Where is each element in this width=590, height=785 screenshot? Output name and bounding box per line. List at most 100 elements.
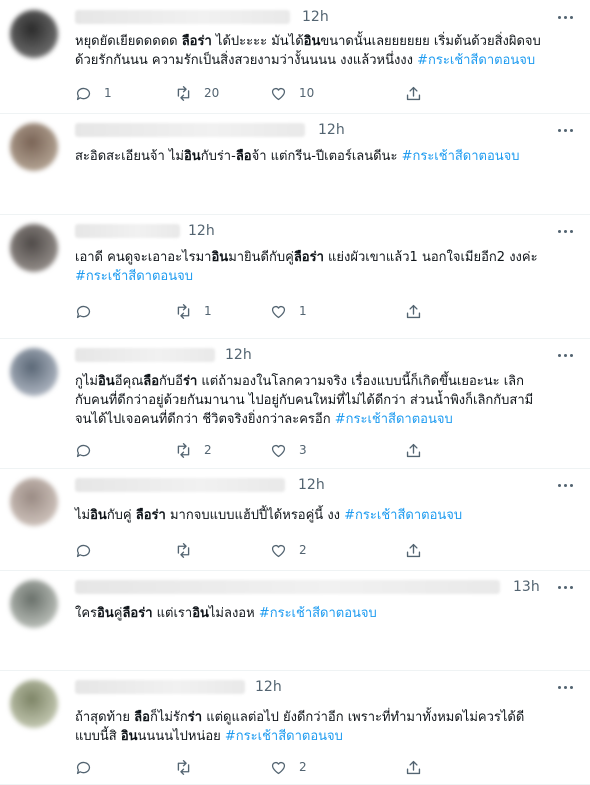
share-button[interactable] [405, 83, 422, 103]
text-segment: ใคร [75, 606, 98, 621]
like-button[interactable]: 2 [270, 757, 307, 777]
like-icon [271, 87, 286, 100]
tweet[interactable]: 12h เอาดี คนดูจะเอาอะไรมาอินมายินดีกับคู่… [0, 214, 590, 339]
tweet[interactable]: 12h หยุดยัดเยียดดดดด ลือร่า ได้ปะะะะ มันไ… [0, 0, 590, 114]
tweet-text: เอาดี คนดูจะเอาอะไรมาอินมายินดีกับคู่ลือ… [75, 248, 570, 286]
like-button[interactable]: 10 [270, 83, 314, 103]
hashtag-link[interactable]: #กระเช้าสีดาตอนจบ [225, 729, 343, 744]
text-segment: มายินดีกับคู่ [228, 250, 294, 265]
tweet-timestamp[interactable]: 13h [513, 579, 540, 595]
more-options-icon[interactable] [556, 580, 576, 596]
hashtag-link[interactable]: #กระเช้าสีดาตอนจบ [75, 269, 193, 284]
retweet-button[interactable] [175, 757, 204, 777]
share-button[interactable] [405, 540, 422, 560]
more-options-icon[interactable] [556, 10, 576, 26]
like-button[interactable]: 3 [270, 440, 307, 460]
tweet-actions: 2 [75, 757, 555, 777]
highlighted-keyword: ร่า [187, 710, 203, 725]
share-button[interactable] [405, 301, 422, 321]
tweet-text: ถ้าสุดท้าย ลือก็ไม่รักร่า แต่ดูแลต่อไป ย… [75, 708, 570, 746]
avatar[interactable] [10, 10, 58, 58]
author-name-redacted[interactable] [75, 123, 305, 137]
tweet-text-line: จนได้ไปเจอคนที่ดีกว่า ชีวิตจริงยิ่งกว่าล… [75, 410, 570, 429]
retweet-button[interactable]: 1 [175, 301, 212, 321]
reply-button[interactable] [75, 301, 104, 321]
retweet-button[interactable] [175, 540, 204, 560]
tweet-timestamp[interactable]: 12h [225, 347, 252, 363]
like-count: 10 [299, 86, 315, 100]
tweet-text: สะอิดสะเอียนจ้า ไม่อินกับร่า-ลือจ้า แต่ก… [75, 147, 570, 166]
author-name-redacted[interactable] [75, 10, 290, 24]
tweet-text-line: ใครอินคู่ลือร่า แต่เราอินไม่ลงอห #กระเช้… [75, 604, 570, 623]
share-button[interactable] [405, 757, 422, 777]
share-icon [406, 304, 421, 318]
tweet-text-line: แบบนี้สิ อินนนนนไปหน่อย #กระเช้าสีดาตอนจ… [75, 727, 570, 746]
more-options-icon[interactable] [556, 224, 576, 240]
text-segment: นนนนไปหน่อย [137, 729, 225, 744]
text-segment: ไม่ลงอห [208, 606, 259, 621]
like-button[interactable]: 1 [270, 301, 307, 321]
tweet[interactable]: 12h กูไม่อินอีคุณลือกับอีร่า แต่ถ้ามองในโ… [0, 338, 590, 469]
retweet-icon [177, 85, 190, 101]
text-segment: กับคนที่ดีกว่าอยู่ด้วยกันมานาน ไปอยู่กับ… [75, 393, 534, 408]
text-segment: จ้า แต่กรีน-ปีเตอร์เลนดีนะ [251, 149, 402, 164]
text-segment: แต่เรา [152, 606, 193, 621]
tweet[interactable]: 12h ไม่อินกับคู่ ลือร่า มากจบแบบแฮ้ปปี้ได… [0, 468, 590, 571]
highlighted-keyword: อิน [120, 729, 138, 744]
share-icon [406, 543, 421, 557]
hashtag-link[interactable]: #กระเช้าสีดาตอนจบ [417, 53, 535, 68]
tweet-text-line: หยุดยัดเยียดดดดด ลือร่า ได้ปะะะะ มันได้อ… [75, 32, 570, 51]
tweet-timestamp[interactable]: 12h [255, 679, 282, 695]
reply-icon [76, 305, 91, 318]
avatar[interactable] [10, 680, 58, 728]
text-segment: อีคุณ [114, 374, 144, 389]
more-options-icon[interactable] [556, 680, 576, 696]
highlighted-keyword: ลือ [235, 149, 252, 164]
text-segment: ก็ไม่รัก [149, 710, 188, 725]
text-segment: ไม่ [75, 508, 91, 523]
reply-button[interactable] [75, 440, 104, 460]
author-name-redacted[interactable] [75, 680, 245, 694]
avatar[interactable] [10, 478, 58, 526]
tweet-timestamp[interactable]: 12h [318, 122, 345, 138]
like-button[interactable]: 2 [270, 540, 307, 560]
like-count: 2 [299, 760, 307, 774]
hashtag-link[interactable]: #กระเช้าสีดาตอนจบ [402, 149, 520, 164]
hashtag-link[interactable]: #กระเช้าสีดาตอนจบ [335, 412, 453, 427]
text-segment: หยุดยัดเยียดดดดด [75, 34, 182, 49]
share-button[interactable] [405, 440, 422, 460]
author-name-redacted[interactable] [75, 478, 285, 492]
like-count: 2 [299, 543, 307, 557]
avatar[interactable] [10, 224, 58, 272]
author-name-redacted[interactable] [75, 224, 180, 238]
avatar[interactable] [10, 348, 58, 396]
highlighted-keyword: ลือร่า [293, 250, 324, 265]
tweet-timestamp[interactable]: 12h [188, 223, 215, 239]
avatar[interactable] [10, 580, 58, 628]
more-options-icon[interactable] [556, 123, 576, 139]
retweet-button[interactable]: 2 [175, 440, 212, 460]
reply-button[interactable] [75, 757, 104, 777]
hashtag-link[interactable]: #กระเช้าสีดาตอนจบ [259, 606, 377, 621]
author-name-redacted[interactable] [75, 580, 500, 594]
tweet-actions: 11 [75, 301, 555, 321]
tweet[interactable]: 12h ถ้าสุดท้าย ลือก็ไม่รักร่า แต่ดูแลต่อไ… [0, 670, 590, 785]
tweet[interactable]: 13h ใครอินคู่ลือร่า แต่เราอินไม่ลงอห #กระ… [0, 570, 590, 671]
text-segment: ด้วยรักกันนน ความรักเป็นสิ่งสวยงามว่างั้… [75, 53, 418, 68]
avatar[interactable] [10, 123, 58, 171]
hashtag-link[interactable]: #กระเช้าสีดาตอนจบ [344, 508, 462, 523]
tweet-text-line: เอาดี คนดูจะเอาอะไรมาอินมายินดีกับคู่ลือ… [75, 248, 570, 267]
more-options-icon[interactable] [556, 348, 576, 364]
author-name-redacted[interactable] [75, 348, 215, 362]
tweet-timestamp[interactable]: 12h [302, 9, 329, 25]
retweet-button[interactable]: 20 [175, 83, 219, 103]
text-segment: แต่ดูแลต่อไป ยังดีกว่าอีก เพราะที่ทำมาทั… [202, 710, 525, 725]
tweet[interactable]: 12h สะอิดสะเอียนจ้า ไม่อินกับร่า-ลือจ้า แ… [0, 113, 590, 215]
reply-button[interactable]: 1 [75, 83, 112, 103]
tweet-timestamp[interactable]: 12h [298, 477, 325, 493]
reply-icon [76, 87, 91, 100]
more-options-icon[interactable] [556, 478, 576, 494]
reply-count: 1 [104, 86, 112, 100]
highlighted-keyword: อิน [97, 374, 115, 389]
reply-button[interactable] [75, 540, 104, 560]
